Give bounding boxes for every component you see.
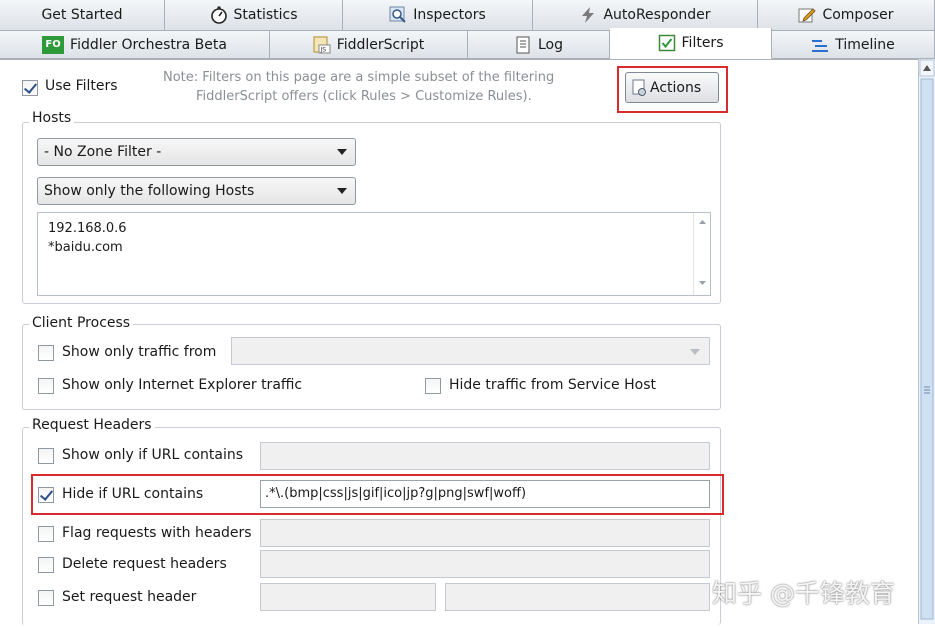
host-list-text: 192.168.0.6 *baidu.com [48,219,127,257]
delete-headers-label: Delete request headers [62,556,227,572]
flag-requests-input[interactable] [260,519,710,547]
hide-service-host-checkbox[interactable] [425,378,441,394]
show-only-url-input[interactable] [260,442,710,470]
host-entry: 192.168.0.6 [48,221,127,236]
set-header-label: Set request header [62,589,197,605]
checkbox-icon [658,34,676,52]
delete-headers-checkbox[interactable] [38,557,54,573]
host-filter-value: Show only the following Hosts [44,183,255,199]
fo-icon: FO [42,35,65,54]
stopwatch-icon [210,6,228,24]
show-ie-checkbox[interactable] [38,378,54,394]
tab-fiddlerscript[interactable]: JS FiddlerScript [270,31,468,59]
filters-panel: Use Filters Note: Filters on this page a… [0,59,918,625]
chevron-down-icon [337,188,347,194]
note-line-2: FiddlerScript offers (click Rules > Cust… [196,89,532,104]
tab-fiddler-orchestra[interactable]: FO Fiddler Orchestra Beta [0,31,270,59]
use-filters-checkbox[interactable] [22,80,38,96]
set-header-checkbox[interactable] [38,590,54,606]
log-icon [514,36,532,54]
tab-autoresponder[interactable]: AutoResponder [533,0,758,31]
host-entry: *baidu.com [48,240,123,255]
tab-row-top: Get Started Statistics Inspectors AutoRe… [0,0,935,31]
tab-row-bottom: FO Fiddler Orchestra Beta JS FiddlerScri… [0,28,935,59]
tab-label: Statistics [233,7,298,23]
actions-label: Actions [650,79,702,96]
show-ie-label: Show only Internet Explorer traffic [62,377,303,393]
process-select[interactable] [231,337,710,365]
flag-requests-checkbox[interactable] [38,526,54,542]
hide-url-label: Hide if URL contains [62,486,204,502]
use-filters-label: Use Filters [45,78,118,94]
scroll-arrows-icon [699,220,706,285]
show-only-traffic-label: Show only traffic from [62,344,217,360]
chevron-down-icon [690,349,700,355]
tab-get-started[interactable]: Get Started [0,0,165,31]
note-line-1: Note: Filters on this page are a simple … [163,70,555,85]
host-filter-select[interactable]: Show only the following Hosts [37,177,356,205]
request-headers-title: Request Headers [29,417,155,433]
hide-url-checkbox[interactable] [38,487,54,503]
actions-button[interactable]: Actions [625,72,719,103]
pencil-icon [798,6,817,24]
hosts-title: Hosts [29,110,75,126]
tab-filters[interactable]: Filters [610,28,772,59]
client-process-title: Client Process [29,315,134,331]
zone-filter-value: - No Zone Filter - [44,144,162,160]
zone-filter-select[interactable]: - No Zone Filter - [37,138,356,166]
show-only-traffic-checkbox[interactable] [38,345,54,361]
scrollbar-arrows-icon [919,59,935,620]
tab-label: Timeline [835,36,895,53]
tab-label: Composer [822,7,894,23]
tab-timeline[interactable]: Timeline [772,31,935,59]
chevron-down-icon [337,149,347,155]
watermark: 知乎 @千锋教育 [712,579,895,608]
tab-composer[interactable]: Composer [758,0,935,31]
tab-inspectors[interactable]: Inspectors [343,0,533,31]
set-header-name-input[interactable] [260,583,436,611]
tab-label: Get Started [41,7,123,23]
show-only-url-label: Show only if URL contains [62,447,244,463]
tab-label: FiddlerScript [336,36,425,53]
tab-log[interactable]: Log [468,31,610,59]
host-list-scrollbar[interactable] [693,213,710,295]
magnifier-icon [389,6,407,24]
js-script-icon: JS [313,36,331,54]
tab-label: Log [537,36,563,53]
flag-requests-label: Flag requests with headers [62,525,252,541]
tab-label: Filters [681,35,724,51]
lightning-icon [579,6,597,24]
hide-service-host-label: Hide traffic from Service Host [449,377,656,393]
tab-label: Inspectors [413,7,486,23]
js-icon-text: JS [319,46,326,53]
set-header-value-input[interactable] [445,583,710,611]
vertical-scrollbar[interactable] [918,59,935,624]
tab-label: AutoResponder [603,7,711,23]
timeline-icon [811,36,829,54]
host-list-textarea[interactable]: 192.168.0.6 *baidu.com [37,212,711,296]
document-gear-icon [630,79,648,97]
show-only-url-checkbox[interactable] [38,448,54,464]
tab-statistics[interactable]: Statistics [165,0,343,31]
delete-headers-input[interactable] [260,550,710,578]
hide-url-input[interactable]: .*\.(bmp|css|js|gif|ico|jp?g|png|swf|wof… [260,480,710,508]
tab-label: Fiddler Orchestra Beta [70,36,227,53]
